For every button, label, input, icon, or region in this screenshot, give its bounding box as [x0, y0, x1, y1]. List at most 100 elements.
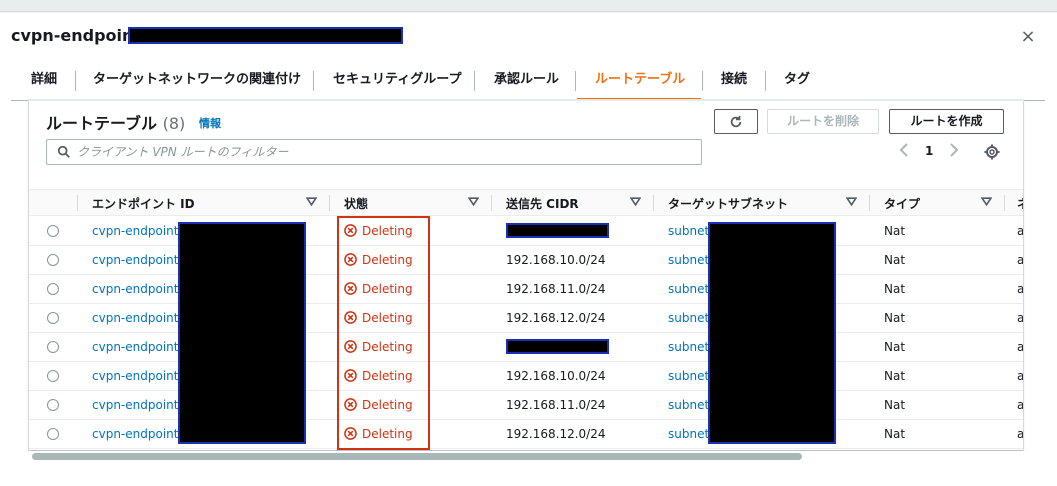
endpoint-id-link[interactable]: cvpn-endpoint-	[92, 253, 183, 267]
truncated-cell: a	[1017, 311, 1023, 325]
subnet-link[interactable]: subnet-	[668, 369, 714, 383]
tab-route-table[interactable]: ルートテーブル	[577, 68, 701, 101]
redacted-endpoint-id	[128, 27, 403, 44]
destination-cidr: 192.168.11.0/24	[506, 282, 606, 296]
subnet-link[interactable]: subnet-	[668, 224, 714, 238]
subnet-link[interactable]: subnet-	[668, 253, 714, 267]
route-type: Nat	[884, 398, 906, 412]
endpoint-id-link[interactable]: cvpn-endpoint-	[92, 311, 183, 325]
tab-connections[interactable]: 接続	[721, 68, 747, 101]
preferences-button[interactable]	[984, 144, 1000, 164]
redacted-cidr	[506, 339, 609, 354]
tab-tags[interactable]: タグ	[784, 68, 810, 101]
tab-divider	[702, 71, 703, 91]
endpoint-id-link[interactable]: cvpn-endpoint-	[92, 398, 183, 412]
tab-target-network-associations[interactable]: ターゲットネットワークの関連付け	[93, 68, 301, 101]
row-select-radio[interactable]	[47, 370, 59, 382]
route-table-card: ルートテーブル (8) 情報 ルートを削除 ルートを作成 1	[29, 100, 1023, 450]
table-header: エンドポイント ID 状態 送信先 CIDR ターゲットサブネット タイプ ネ	[29, 189, 1023, 216]
row-select-radio[interactable]	[47, 312, 59, 324]
gear-icon	[984, 144, 1000, 160]
column-endpoint-id[interactable]: エンドポイント ID	[92, 195, 195, 212]
status-highlight-box	[337, 216, 430, 450]
subnet-link[interactable]: subnet-	[668, 311, 714, 325]
subnet-link[interactable]: subnet-	[668, 398, 714, 412]
subnet-link[interactable]: subnet-	[668, 282, 714, 296]
search-icon	[57, 145, 70, 158]
card-title: ルートテーブル (8)	[46, 110, 185, 134]
sort-caret-icon[interactable]	[846, 196, 857, 207]
tab-divider	[575, 71, 576, 91]
prev-page-button[interactable]	[899, 143, 909, 161]
route-type: Nat	[884, 253, 906, 267]
sort-caret-icon[interactable]	[468, 196, 479, 207]
next-page-button[interactable]	[949, 143, 959, 161]
tab-divider	[75, 71, 76, 91]
tab-divider	[765, 71, 766, 91]
refresh-button[interactable]	[714, 109, 758, 134]
route-type: Nat	[884, 369, 906, 383]
page-number[interactable]: 1	[925, 144, 933, 158]
endpoint-id-link[interactable]: cvpn-endpoint-	[92, 224, 183, 238]
row-select-radio[interactable]	[47, 341, 59, 353]
truncated-cell: a	[1017, 398, 1023, 412]
tab-bar: 詳細 ターゲットネットワークの関連付け セキュリティグループ 承認ルール ルート…	[11, 68, 1045, 101]
column-divider	[77, 195, 78, 211]
info-link[interactable]: 情報	[199, 115, 221, 131]
close-button[interactable]: ×	[1019, 28, 1037, 46]
truncated-cell: a	[1017, 253, 1023, 267]
truncated-cell: a	[1017, 282, 1023, 296]
create-route-button[interactable]: ルートを作成	[889, 109, 1004, 134]
row-select-radio[interactable]	[47, 428, 59, 440]
destination-cidr: 192.168.10.0/24	[506, 369, 606, 383]
route-type: Nat	[884, 427, 906, 441]
tab-authorization-rules[interactable]: 承認ルール	[494, 68, 559, 101]
tab-security-groups[interactable]: セキュリティグループ	[333, 68, 461, 101]
column-type[interactable]: タイプ	[884, 195, 920, 212]
endpoint-id-link[interactable]: cvpn-endpoint-	[92, 340, 183, 354]
column-divider	[491, 195, 492, 211]
route-type: Nat	[884, 340, 906, 354]
subnet-link[interactable]: subnet-	[668, 427, 714, 441]
tab-divider	[474, 71, 475, 91]
tab-details[interactable]: 詳細	[31, 68, 57, 101]
destination-cidr: 192.168.10.0/24	[506, 253, 606, 267]
redacted-cidr	[506, 223, 609, 238]
row-select-radio[interactable]	[47, 225, 59, 237]
column-target-subnet[interactable]: ターゲットサブネット	[668, 195, 788, 212]
column-divider	[869, 195, 870, 211]
search-box	[46, 139, 702, 165]
endpoint-id-link[interactable]: cvpn-endpoint-	[92, 282, 183, 296]
route-count: (8)	[162, 114, 186, 133]
row-select-radio[interactable]	[47, 254, 59, 266]
endpoint-id-link[interactable]: cvpn-endpoint-	[92, 369, 183, 383]
endpoint-id-link[interactable]: cvpn-endpoint-	[92, 427, 183, 441]
column-truncated[interactable]: ネ	[1017, 195, 1023, 212]
column-divider	[329, 195, 330, 211]
sort-caret-icon[interactable]	[981, 196, 992, 207]
destination-cidr: 192.168.12.0/24	[506, 427, 606, 441]
column-divider	[653, 195, 654, 211]
scrollbar-thumb[interactable]	[32, 453, 802, 460]
truncated-cell: a	[1017, 224, 1023, 238]
truncated-cell: a	[1017, 369, 1023, 383]
sort-caret-icon[interactable]	[306, 196, 317, 207]
search-input[interactable]	[77, 142, 687, 162]
column-destination-cidr[interactable]: 送信先 CIDR	[506, 195, 579, 212]
sort-caret-icon[interactable]	[630, 196, 641, 207]
delete-route-button[interactable]: ルートを削除	[767, 109, 879, 134]
chevron-left-icon	[899, 143, 908, 157]
truncated-cell: a	[1017, 340, 1023, 354]
subnet-link[interactable]: subnet-	[668, 340, 714, 354]
redacted-endpoint-ids	[178, 222, 306, 444]
tab-divider	[313, 71, 314, 91]
destination-cidr: 192.168.12.0/24	[506, 311, 606, 325]
card-title-text: ルートテーブル	[46, 114, 158, 133]
route-type: Nat	[884, 311, 906, 325]
row-select-radio[interactable]	[47, 399, 59, 411]
column-divider	[1004, 195, 1005, 211]
column-state[interactable]: 状態	[344, 195, 368, 212]
top-bar	[0, 0, 1057, 12]
row-select-radio[interactable]	[47, 283, 59, 295]
route-type: Nat	[884, 282, 906, 296]
